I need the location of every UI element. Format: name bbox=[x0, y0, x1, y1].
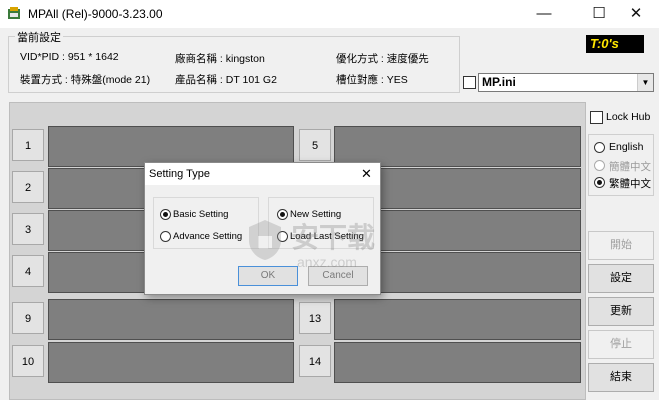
port-button[interactable]: 9 bbox=[12, 302, 44, 334]
english-radio[interactable] bbox=[594, 142, 605, 153]
product-value: 產品名稱 : DT 101 G2 bbox=[175, 74, 277, 86]
port-button[interactable]: 10 bbox=[12, 345, 44, 377]
basic-setting-label: Basic Setting bbox=[173, 209, 229, 220]
port-status-bar bbox=[48, 299, 294, 340]
port-button[interactable]: 4 bbox=[12, 255, 44, 287]
vid-pid-value: VID*PID : 951 * 1642 bbox=[20, 51, 119, 63]
port-button[interactable]: 3 bbox=[12, 213, 44, 245]
new-setting-radio[interactable] bbox=[277, 209, 288, 220]
app-icon bbox=[8, 7, 20, 19]
port-status-bar bbox=[334, 342, 581, 383]
simplified-chinese-radio[interactable] bbox=[594, 160, 605, 171]
window-title: MPAll (Rel)-9000-3.23.00 bbox=[28, 7, 163, 21]
close-button[interactable]: ✕ bbox=[613, 0, 659, 28]
port-button[interactable]: 14 bbox=[299, 345, 331, 377]
settings-button[interactable]: 設定 bbox=[588, 264, 654, 293]
dialog-title: Setting Type bbox=[149, 168, 210, 180]
load-last-setting-radio[interactable] bbox=[277, 231, 288, 242]
traditional-chinese-label: 繁體中文 bbox=[609, 178, 651, 190]
optimize-value: 優化方式 : 速度優先 bbox=[336, 53, 429, 65]
advance-setting-radio[interactable] bbox=[160, 231, 171, 242]
cancel-button[interactable]: Cancel bbox=[308, 266, 368, 286]
advance-setting-label: Advance Setting bbox=[173, 231, 243, 242]
stop-button[interactable]: 停止 bbox=[588, 330, 654, 359]
dialog-close-icon[interactable]: ✕ bbox=[361, 166, 372, 182]
simplified-chinese-label: 簡體中文 bbox=[609, 161, 651, 173]
update-button[interactable]: 更新 bbox=[588, 297, 654, 326]
port-button[interactable]: 1 bbox=[12, 129, 44, 161]
timer-display: T:0's bbox=[586, 35, 644, 53]
device-mode-value: 裝置方式 : 特殊盤(mode 21) bbox=[20, 74, 151, 86]
load-last-setting-label: Load Last Setting bbox=[290, 231, 364, 242]
port-status-bar bbox=[334, 299, 581, 340]
traditional-chinese-radio[interactable] bbox=[594, 177, 605, 188]
dialog-title-bar[interactable]: Setting Type ✕ bbox=[145, 163, 380, 185]
new-setting-label: New Setting bbox=[290, 209, 342, 220]
lock-hub-checkbox[interactable] bbox=[590, 111, 603, 124]
ini-checkbox[interactable] bbox=[463, 76, 476, 89]
end-button[interactable]: 結束 bbox=[588, 363, 654, 392]
port-button[interactable]: 5 bbox=[299, 129, 331, 161]
minimize-button[interactable]: — bbox=[521, 0, 567, 28]
ok-button[interactable]: OK bbox=[238, 266, 298, 286]
port-button[interactable]: 2 bbox=[12, 171, 44, 203]
setting-type-dialog: Setting Type ✕ Basic Setting Advance Set… bbox=[144, 162, 381, 295]
vendor-value: 廠商名稱 : kingston bbox=[175, 53, 265, 65]
ini-file-select[interactable]: MP.ini bbox=[478, 73, 654, 92]
lock-hub-label: Lock Hub bbox=[606, 111, 651, 123]
basic-setting-radio[interactable] bbox=[160, 209, 171, 220]
chevron-down-icon[interactable]: ▼ bbox=[637, 74, 653, 91]
port-button[interactable]: 13 bbox=[299, 302, 331, 334]
port-status-bar bbox=[48, 342, 294, 383]
port-status-bar bbox=[48, 126, 294, 167]
slot-mapping-value: 槽位對應 : YES bbox=[336, 74, 408, 86]
title-bar[interactable]: MPAll (Rel)-9000-3.23.00 — ☐ ✕ bbox=[0, 0, 659, 28]
english-label: English bbox=[609, 141, 644, 153]
current-settings-legend: 當前設定 bbox=[15, 29, 63, 45]
port-status-bar bbox=[334, 126, 581, 167]
start-button[interactable]: 開始 bbox=[588, 231, 654, 260]
